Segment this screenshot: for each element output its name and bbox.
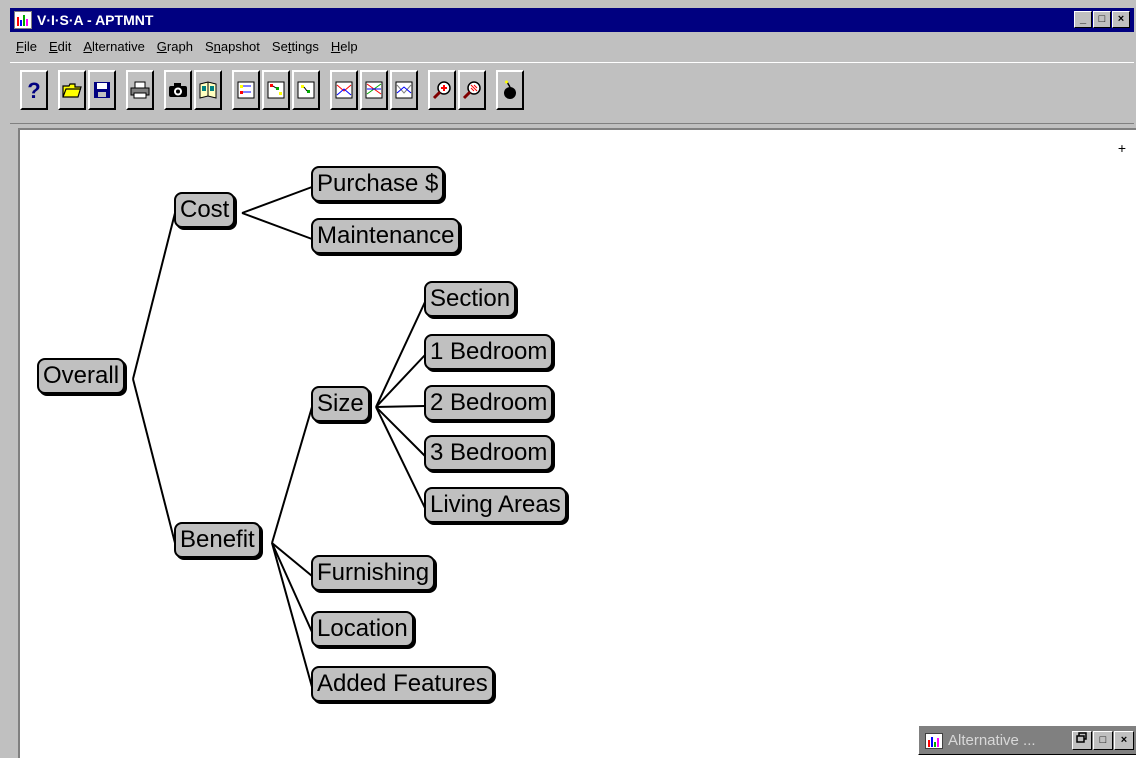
save-icon[interactable] [88, 70, 116, 110]
minimized-alternative-window[interactable]: Alternative ... □ × [918, 725, 1136, 755]
zoom-in-icon[interactable] [428, 70, 456, 110]
toolbar: ? [10, 62, 1134, 124]
minimized-window-title: Alternative ... [948, 732, 1036, 749]
node-purchase[interactable]: Purchase $ [311, 166, 445, 202]
chart-view-3-icon[interactable] [390, 70, 418, 110]
node-overall[interactable]: Overall [37, 358, 126, 394]
menu-bar: File Edit Alternative Graph Snapshot Set… [10, 33, 1134, 59]
restore-button[interactable] [1072, 731, 1092, 750]
mini-maximize-button[interactable]: □ [1093, 731, 1113, 750]
menu-alternative[interactable]: Alternative [77, 39, 150, 54]
menu-settings[interactable]: Settings [266, 39, 325, 54]
zoom-out-icon[interactable] [458, 70, 486, 110]
help-icon[interactable]: ? [20, 70, 48, 110]
chart-view-1-icon[interactable] [330, 70, 358, 110]
node-living-areas[interactable]: Living Areas [424, 487, 567, 523]
menu-graph[interactable]: Graph [151, 39, 199, 54]
mini-close-button[interactable]: × [1114, 731, 1134, 750]
graph-view-2-icon[interactable] [262, 70, 290, 110]
node-benefit[interactable]: Benefit [174, 522, 261, 558]
node-location[interactable]: Location [311, 611, 414, 647]
corner-plus-mark: + [1117, 140, 1126, 156]
minimize-button[interactable]: _ [1074, 11, 1092, 28]
menu-help[interactable]: Help [325, 39, 364, 54]
chart-view-2-icon[interactable] [360, 70, 388, 110]
node-section[interactable]: Section [424, 281, 517, 317]
main-window: V·I·S·A - APTMNT _ □ × File Edit Alterna… [0, 0, 1136, 758]
graph-view-1-icon[interactable] [232, 70, 260, 110]
node-added-features[interactable]: Added Features [311, 666, 494, 702]
node-1-bedroom[interactable]: 1 Bedroom [424, 334, 554, 370]
camera-icon[interactable] [164, 70, 192, 110]
app-icon[interactable] [14, 11, 32, 29]
node-cost[interactable]: Cost [174, 192, 236, 228]
graph-view-3-icon[interactable] [292, 70, 320, 110]
maximize-button[interactable]: □ [1093, 11, 1111, 28]
value-tree-canvas[interactable]: Overall Cost Purchase $ Maintenance Bene… [18, 128, 1136, 758]
chart-app-icon[interactable] [925, 733, 943, 749]
node-2-bedroom[interactable]: 2 Bedroom [424, 385, 554, 421]
svg-text:?: ? [27, 78, 40, 102]
menu-edit[interactable]: Edit [43, 39, 77, 54]
menu-snapshot[interactable]: Snapshot [199, 39, 266, 54]
snapshot-album-icon[interactable] [194, 70, 222, 110]
node-furnishing[interactable]: Furnishing [311, 555, 436, 591]
node-3-bedroom[interactable]: 3 Bedroom [424, 435, 554, 471]
title-bar[interactable]: V·I·S·A - APTMNT _ □ × [10, 8, 1134, 32]
node-size[interactable]: Size [311, 386, 370, 422]
node-maintenance[interactable]: Maintenance [311, 218, 461, 254]
bomb-icon[interactable] [496, 70, 524, 110]
open-folder-icon[interactable] [58, 70, 86, 110]
close-button[interactable]: × [1112, 11, 1130, 28]
menu-file[interactable]: File [10, 39, 43, 54]
print-icon[interactable] [126, 70, 154, 110]
window-title: V·I·S·A - APTMNT [37, 12, 154, 28]
